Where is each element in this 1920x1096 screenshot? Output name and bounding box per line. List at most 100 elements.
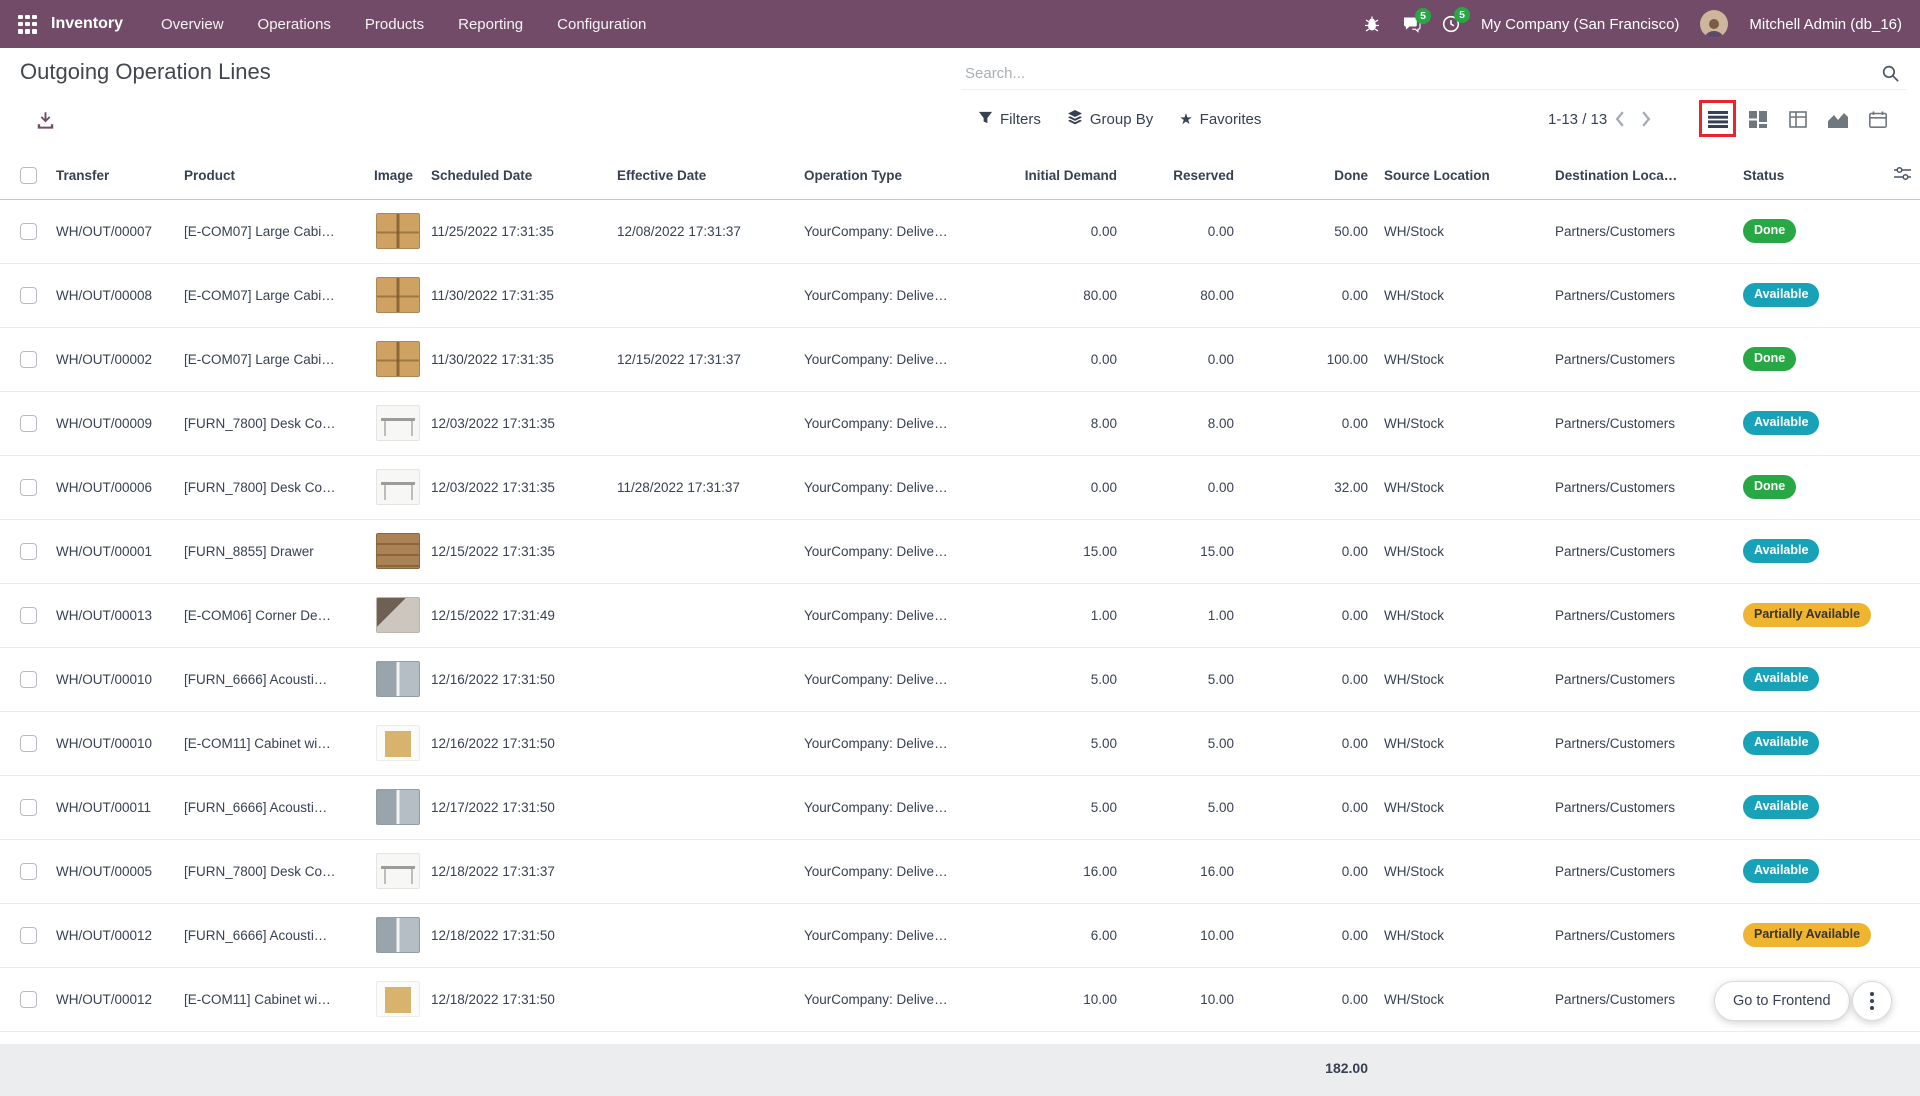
product-image-cell[interactable] [368,647,425,711]
scheduled-date-cell[interactable]: 12/16/2022 17:31:50 [425,647,611,711]
favorites-button[interactable]: ★ Favorites [1179,104,1261,134]
initial-demand-cell[interactable]: 0.00 [980,455,1127,519]
col-transfer[interactable]: Transfer [50,152,178,199]
effective-date-cell[interactable] [611,775,798,839]
source-location-cell[interactable]: WH/Stock [1378,839,1549,903]
destination-location-cell[interactable]: Partners/Customers [1549,391,1737,455]
row-checkbox[interactable] [20,799,37,816]
operation-type-cell[interactable]: YourCompany: Delive… [798,647,980,711]
row-checkbox[interactable] [20,287,37,304]
reserved-cell[interactable]: 5.00 [1127,647,1244,711]
transfer-cell[interactable]: WH/OUT/00010 [50,647,178,711]
source-location-cell[interactable]: WH/Stock [1378,199,1549,263]
effective-date-cell[interactable] [611,263,798,327]
initial-demand-cell[interactable]: 5.00 [980,647,1127,711]
transfer-cell[interactable]: WH/OUT/00012 [50,967,178,1031]
row-checkbox[interactable] [20,479,37,496]
col-effective-date[interactable]: Effective Date [611,152,798,199]
go-to-frontend-button[interactable]: Go to Frontend [1714,981,1850,1021]
transfer-cell[interactable]: WH/OUT/00005 [50,839,178,903]
effective-date-cell[interactable]: 12/08/2022 17:31:37 [611,199,798,263]
source-location-cell[interactable]: WH/Stock [1378,903,1549,967]
status-cell[interactable]: Partially Available [1737,903,1885,967]
product-cell[interactable]: [E-COM11] Cabinet wi… [178,711,368,775]
destination-location-cell[interactable]: Partners/Customers [1549,455,1737,519]
operation-type-cell[interactable]: YourCompany: Delive… [798,967,980,1031]
table-row[interactable]: WH/OUT/00009 [FURN_7800] Desk Co… 12/03/… [0,391,1920,455]
status-cell[interactable]: Available [1737,711,1885,775]
done-cell[interactable]: 0.00 [1244,391,1378,455]
view-calendar-icon[interactable] [1866,104,1890,134]
effective-date-cell[interactable]: 11/28/2022 17:31:37 [611,455,798,519]
messages-icon[interactable]: 5 [1402,16,1421,33]
view-pivot-icon[interactable] [1786,104,1810,134]
transfer-cell[interactable]: WH/OUT/00011 [50,775,178,839]
status-cell[interactable]: Partially Available [1737,583,1885,647]
source-location-cell[interactable]: WH/Stock [1378,519,1549,583]
done-cell[interactable]: 0.00 [1244,263,1378,327]
avatar[interactable] [1700,10,1728,38]
reserved-cell[interactable]: 0.00 [1127,455,1244,519]
source-location-cell[interactable]: WH/Stock [1378,647,1549,711]
table-row[interactable]: WH/OUT/00001 [FURN_8855] Drawer 12/15/20… [0,519,1920,583]
table-row[interactable]: WH/OUT/00007 [E-COM07] Large Cabi… 11/25… [0,199,1920,263]
done-cell[interactable]: 50.00 [1244,199,1378,263]
source-location-cell[interactable]: WH/Stock [1378,711,1549,775]
apps-grid-icon[interactable] [18,15,37,34]
table-row[interactable]: WH/OUT/00013 [E-COM06] Corner De… 12/15/… [0,583,1920,647]
destination-location-cell[interactable]: Partners/Customers [1549,263,1737,327]
table-row[interactable]: WH/OUT/00008 [E-COM07] Large Cabi… 11/30… [0,263,1920,327]
user-menu[interactable]: Mitchell Admin (db_16) [1749,16,1902,33]
group-by-button[interactable]: Group By [1067,104,1153,134]
transfer-cell[interactable]: WH/OUT/00006 [50,455,178,519]
table-row[interactable]: WH/OUT/00012 [E-COM11] Cabinet wi… 12/18… [0,967,1920,1031]
more-options-button[interactable] [1852,981,1892,1021]
operation-type-cell[interactable]: YourCompany: Delive… [798,583,980,647]
scheduled-date-cell[interactable]: 12/17/2022 17:31:50 [425,775,611,839]
destination-location-cell[interactable]: Partners/Customers [1549,903,1737,967]
reserved-cell[interactable]: 0.00 [1127,327,1244,391]
status-cell[interactable]: Available [1737,647,1885,711]
search-input[interactable] [961,57,1906,89]
status-cell[interactable]: Done [1737,199,1885,263]
product-cell[interactable]: [FURN_6666] Acousti… [178,775,368,839]
scheduled-date-cell[interactable]: 11/30/2022 17:31:35 [425,327,611,391]
product-image-cell[interactable] [368,583,425,647]
done-cell[interactable]: 0.00 [1244,839,1378,903]
select-all-checkbox[interactable] [20,167,37,184]
initial-demand-cell[interactable]: 10.00 [980,967,1127,1031]
source-location-cell[interactable]: WH/Stock [1378,583,1549,647]
done-cell[interactable]: 32.00 [1244,455,1378,519]
product-image-cell[interactable] [368,903,425,967]
operation-type-cell[interactable]: YourCompany: Delive… [798,903,980,967]
product-cell[interactable]: [FURN_7800] Desk Co… [178,839,368,903]
destination-location-cell[interactable]: Partners/Customers [1549,711,1737,775]
operation-type-cell[interactable]: YourCompany: Delive… [798,199,980,263]
done-cell[interactable]: 100.00 [1244,327,1378,391]
effective-date-cell[interactable] [611,391,798,455]
operation-type-cell[interactable]: YourCompany: Delive… [798,839,980,903]
initial-demand-cell[interactable]: 5.00 [980,711,1127,775]
status-cell[interactable]: Done [1737,327,1885,391]
row-checkbox[interactable] [20,223,37,240]
activities-clock-icon[interactable]: 5 [1442,15,1460,33]
nav-menu-overview[interactable]: Overview [161,16,224,33]
operation-type-cell[interactable]: YourCompany: Delive… [798,711,980,775]
reserved-cell[interactable]: 10.00 [1127,903,1244,967]
operation-type-cell[interactable]: YourCompany: Delive… [798,391,980,455]
table-row[interactable]: WH/OUT/00011 [FURN_6666] Acousti… 12/17/… [0,775,1920,839]
transfer-cell[interactable]: WH/OUT/00001 [50,519,178,583]
scheduled-date-cell[interactable]: 12/15/2022 17:31:35 [425,519,611,583]
row-checkbox[interactable] [20,351,37,368]
row-checkbox[interactable] [20,927,37,944]
product-image-cell[interactable] [368,327,425,391]
export-download-icon[interactable] [30,105,60,135]
row-checkbox[interactable] [20,415,37,432]
product-cell[interactable]: [FURN_8855] Drawer [178,519,368,583]
status-cell[interactable]: Available [1737,519,1885,583]
scheduled-date-cell[interactable]: 12/15/2022 17:31:49 [425,583,611,647]
col-scheduled-date[interactable]: Scheduled Date [425,152,611,199]
table-row[interactable]: WH/OUT/00006 [FURN_7800] Desk Co… 12/03/… [0,455,1920,519]
source-location-cell[interactable]: WH/Stock [1378,967,1549,1031]
reserved-cell[interactable]: 10.00 [1127,967,1244,1031]
